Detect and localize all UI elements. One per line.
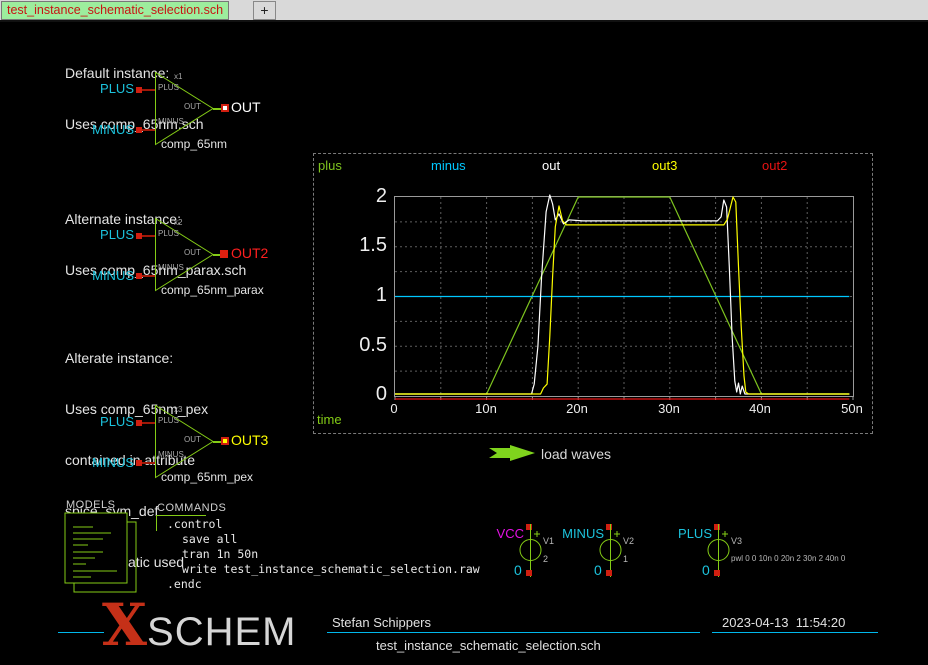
pin-name-minus: MINUS: [158, 450, 184, 459]
net-label-plus[interactable]: PLUS: [78, 414, 134, 429]
plot-area: [394, 196, 854, 397]
wire: [142, 89, 155, 91]
wire: [142, 275, 155, 277]
y-tick: 0.5: [343, 334, 387, 357]
models-document-icon[interactable]: [64, 512, 146, 596]
pin-square: [526, 570, 532, 576]
sheet-title: test_instance_schematic_selection.sch: [376, 638, 601, 653]
datetime-underline: [712, 632, 878, 633]
author-underline: [327, 632, 700, 633]
pin-name-out: OUT: [184, 248, 201, 257]
tab-bar: test_instance_schematic_selection.sch +: [0, 0, 928, 22]
legend-minus[interactable]: minus: [431, 158, 466, 173]
legend-out3[interactable]: out3: [652, 158, 677, 173]
comparator-symbol-x3[interactable]: PLUS MINUS x3 PLUS OUT MINUS OUT3 comp_6…: [60, 401, 310, 493]
net-label-out[interactable]: OUT3: [231, 432, 268, 448]
tab-active[interactable]: test_instance_schematic_selection.sch: [1, 1, 229, 20]
source-value: pwl 0 0 10n 0 20n 2 30n 2 40n 0: [731, 554, 845, 563]
x-tick: 40n: [738, 401, 782, 416]
waveform-curves: [395, 197, 853, 396]
instance-refdes: x2: [174, 218, 182, 227]
commands-label: COMMANDS: [157, 502, 226, 514]
spice-line: .endc: [167, 577, 202, 591]
pin-name-plus: PLUS: [158, 83, 179, 92]
pin-square-out: [221, 437, 229, 445]
net-label-minus[interactable]: MINUS: [72, 268, 134, 283]
net-label-gnd[interactable]: 0: [514, 562, 522, 578]
legend-out2[interactable]: out2: [762, 158, 787, 173]
pin-square: [714, 570, 720, 576]
y-tick: 1.5: [343, 234, 387, 257]
y-tick: 1: [343, 284, 387, 307]
pin-square: [606, 570, 612, 576]
x-tick: 50n: [830, 401, 874, 416]
spice-line: .control: [167, 517, 222, 531]
logo-x-glyph: X: [102, 596, 147, 654]
pin-name-out: OUT: [184, 102, 201, 111]
logo-schem-text: SCHEM: [147, 612, 296, 652]
pin-square-out-selected: [220, 250, 228, 258]
x-tick: 20n: [555, 401, 599, 416]
wire: [142, 422, 155, 424]
net-label-plus[interactable]: PLUS: [78, 81, 134, 96]
net-label-out[interactable]: OUT2: [231, 245, 268, 261]
launcher-arrow-icon[interactable]: [489, 444, 537, 462]
spice-line: save all: [182, 532, 237, 546]
source-value: 2: [543, 554, 548, 564]
symbol-name: comp_65nm_parax: [161, 283, 264, 297]
source-value: 1: [623, 554, 628, 564]
xschem-window: test_instance_schematic_selection.sch + …: [0, 0, 928, 665]
source-refdes: V3: [731, 536, 742, 546]
x-tick: 0: [372, 401, 416, 416]
x-axis-label: time: [317, 412, 342, 427]
net-label-plus[interactable]: PLUS: [78, 227, 134, 242]
net-label-out[interactable]: OUT: [231, 99, 261, 115]
x-tick: 30n: [647, 401, 691, 416]
models-label: MODELS: [66, 499, 115, 511]
instance-refdes: x3: [174, 405, 182, 414]
wire: [142, 462, 155, 464]
legend-plus[interactable]: plus: [318, 158, 342, 173]
legend-out[interactable]: out: [542, 158, 560, 173]
pin-name-minus: MINUS: [158, 263, 184, 272]
pin-name-minus: MINUS: [158, 117, 184, 126]
source-refdes: V2: [623, 536, 634, 546]
net-label-minus[interactable]: MINUS: [72, 122, 134, 137]
comparator-symbol-x2[interactable]: PLUS MINUS x2 PLUS OUT MINUS OUT2 comp_6…: [60, 214, 310, 306]
pin-square-out: [221, 104, 229, 112]
spice-line: write test_instance_schematic_selection.…: [182, 562, 480, 576]
x-tick: 10n: [464, 401, 508, 416]
datetime: 2023-04-13 11:54:20: [722, 615, 845, 630]
new-tab-button[interactable]: +: [253, 1, 276, 20]
net-label-minus[interactable]: MINUS: [72, 455, 134, 470]
net-label-gnd[interactable]: 0: [702, 562, 710, 578]
pin-name-plus: PLUS: [158, 416, 179, 425]
symbol-name: comp_65nm_pex: [161, 470, 253, 484]
tab-label: test_instance_schematic_selection.sch: [7, 3, 223, 17]
instance-refdes: x1: [174, 72, 182, 81]
net-label-gnd[interactable]: 0: [594, 562, 602, 578]
titleblock-line: [58, 632, 104, 633]
pin-name-plus: PLUS: [158, 229, 179, 238]
spice-line: tran 1n 50n: [182, 547, 258, 561]
symbol-name: comp_65nm: [161, 137, 227, 151]
y-tick: 2: [343, 185, 387, 208]
author-name: Stefan Schippers: [332, 615, 431, 630]
wire: [142, 129, 155, 131]
waveform-graph[interactable]: plus minus out out3 out2 2 1.5 1 0.5 0 0…: [313, 153, 873, 434]
wire: [142, 235, 155, 237]
xschem-logo: X SCHEM: [102, 596, 296, 654]
pin-name-out: OUT: [184, 435, 201, 444]
launcher-label[interactable]: load waves: [541, 446, 611, 462]
voltage-source-v3[interactable]: PLUS V3 pwl 0 0 10n 0 20n 2 30n 2 40n 0 …: [686, 522, 856, 582]
comparator-symbol-x1[interactable]: PLUS MINUS x1 PLUS OUT MINUS OUT comp_65…: [60, 68, 310, 160]
